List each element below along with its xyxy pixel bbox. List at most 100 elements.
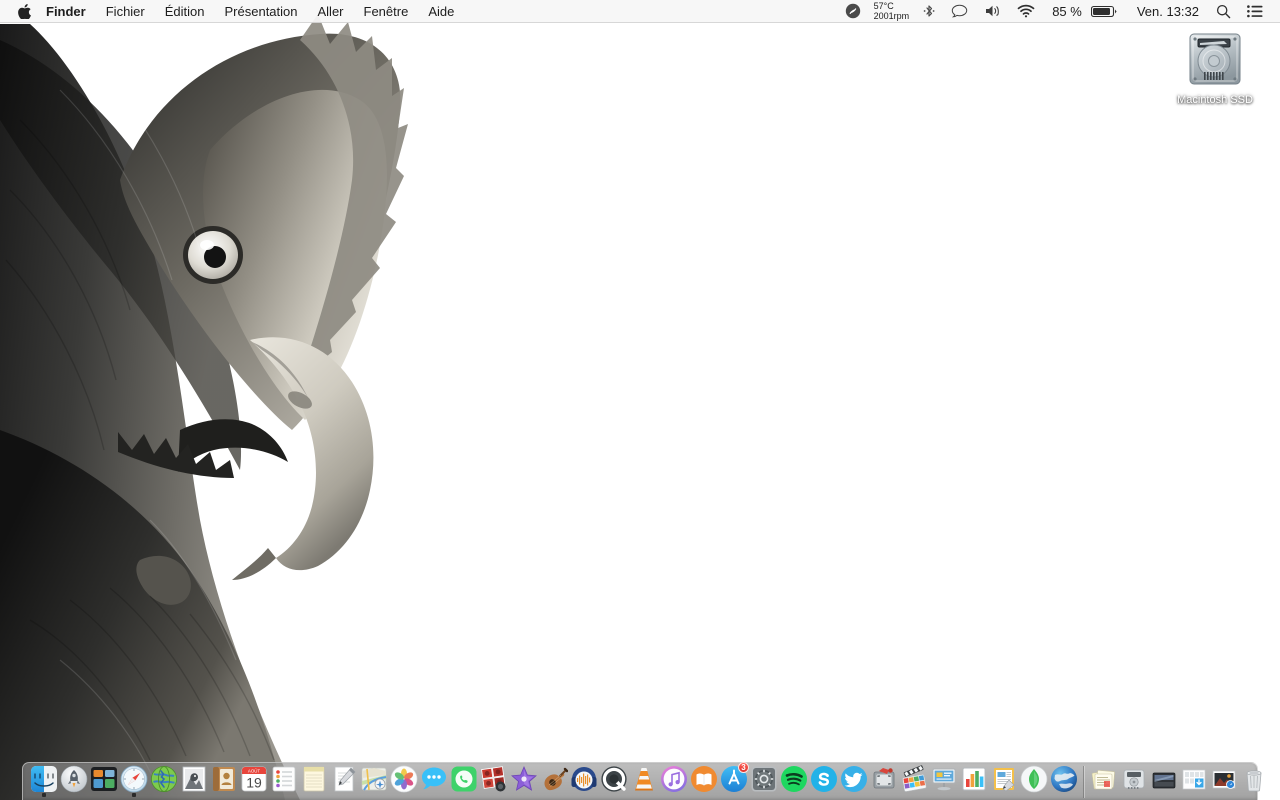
dock-item-images-stack[interactable] bbox=[1209, 762, 1239, 800]
system-preferences-icon bbox=[751, 766, 777, 792]
maps-icon bbox=[361, 767, 387, 791]
dock-item-maps[interactable] bbox=[359, 762, 389, 800]
speech-bubble-icon[interactable] bbox=[943, 0, 976, 23]
spotify-icon bbox=[781, 766, 807, 792]
apple-logo-icon[interactable] bbox=[0, 3, 44, 19]
numbers-icon bbox=[962, 767, 986, 791]
menu-item-fenetre[interactable]: Fenêtre bbox=[354, 0, 419, 23]
fan-speed: 2001rpm bbox=[873, 11, 910, 21]
dock-item-messages[interactable] bbox=[419, 762, 449, 800]
dock-item-facetime[interactable] bbox=[449, 762, 479, 800]
hard-drive-icon bbox=[1189, 33, 1241, 85]
dock-item-downloads-stack[interactable] bbox=[1179, 762, 1209, 800]
downloads-stack-icon bbox=[1182, 769, 1206, 790]
dock-item-photos[interactable] bbox=[389, 762, 419, 800]
wallpaper-eagle bbox=[0, 0, 1280, 800]
bluetooth-icon[interactable] bbox=[915, 0, 943, 23]
menu-item-presentation[interactable]: Présentation bbox=[215, 0, 308, 23]
dock-item-ibooks[interactable] bbox=[689, 762, 719, 800]
safari-icon bbox=[120, 765, 148, 793]
search-icon[interactable] bbox=[1208, 0, 1239, 23]
dock-item-chrome-globe[interactable] bbox=[149, 762, 179, 800]
dock-item-twitter[interactable] bbox=[839, 762, 869, 800]
dock-item-audacity[interactable] bbox=[569, 762, 599, 800]
dock-item-preview[interactable] bbox=[179, 762, 209, 800]
photos-icon bbox=[390, 765, 418, 793]
finder-icon bbox=[31, 766, 57, 792]
images-stack-icon bbox=[1212, 770, 1236, 789]
dock-item-textedit[interactable] bbox=[329, 762, 359, 800]
dock-item-photo-booth[interactable] bbox=[479, 762, 509, 800]
menu-bar-status-area: 57°C 2001rpm 85 % Ven. 13:32 bbox=[837, 0, 1280, 22]
google-earth-icon bbox=[1051, 766, 1077, 792]
dock-item-contacts[interactable] bbox=[209, 762, 239, 800]
dock-item-screenshot-tool[interactable] bbox=[869, 762, 899, 800]
battery-percent-label[interactable]: 85 % bbox=[1043, 0, 1091, 23]
menu-item-edition[interactable]: Édition bbox=[155, 0, 215, 23]
dock-item-notes[interactable] bbox=[299, 762, 329, 800]
dock-app-items: AOÛT 19 3 bbox=[29, 762, 1269, 800]
disk-image-stack-icon bbox=[1123, 769, 1145, 789]
app-store-badge: 3 bbox=[738, 762, 749, 773]
battery-icon[interactable] bbox=[1090, 0, 1128, 23]
dock-item-safari[interactable] bbox=[119, 762, 149, 800]
garageband-icon bbox=[544, 767, 568, 791]
skype-icon bbox=[811, 766, 837, 792]
dock-item-keynote[interactable] bbox=[929, 762, 959, 800]
dock-item-pages[interactable] bbox=[989, 762, 1019, 800]
dock-item-calendar[interactable]: AOÛT 19 bbox=[239, 762, 269, 800]
desktop[interactable]: Macintosh SSD Finder Fichier Édition Pré… bbox=[0, 0, 1280, 800]
dock-item-mission-control[interactable] bbox=[89, 762, 119, 800]
menu-item-aller[interactable]: Aller bbox=[308, 0, 354, 23]
dock-item-dark-folder-stack[interactable] bbox=[1149, 762, 1179, 800]
dock-item-vlc[interactable] bbox=[629, 762, 659, 800]
dock-item-system-preferences[interactable] bbox=[749, 762, 779, 800]
dock-item-trash[interactable] bbox=[1239, 762, 1269, 800]
dock-item-garageband[interactable] bbox=[539, 762, 569, 800]
calendar-month: AOÛT bbox=[248, 769, 261, 774]
dock-item-finder[interactable] bbox=[29, 762, 59, 800]
menu-item-aide[interactable]: Aide bbox=[418, 0, 464, 23]
launchpad-icon bbox=[60, 765, 88, 793]
trash-icon bbox=[1246, 770, 1262, 792]
photo-booth-icon bbox=[481, 766, 506, 792]
shazam-icon[interactable] bbox=[837, 0, 869, 23]
ibooks-icon bbox=[691, 766, 717, 792]
dock-item-launchpad[interactable] bbox=[59, 762, 89, 800]
dock-item-sims[interactable] bbox=[1019, 762, 1049, 800]
dock-item-spotify[interactable] bbox=[779, 762, 809, 800]
textedit-icon bbox=[334, 766, 356, 792]
wifi-icon[interactable] bbox=[1009, 0, 1043, 23]
temperature-fan-readout[interactable]: 57°C 2001rpm bbox=[869, 0, 916, 23]
preview-icon bbox=[182, 766, 206, 792]
menu-item-finder[interactable]: Finder bbox=[44, 0, 96, 23]
menu-item-fichier[interactable]: Fichier bbox=[96, 0, 155, 23]
vlc-icon bbox=[635, 768, 653, 791]
dock-item-imovie[interactable] bbox=[509, 762, 539, 800]
dock-item-skype[interactable] bbox=[809, 762, 839, 800]
dock-item-quicktime[interactable] bbox=[599, 762, 629, 800]
dock-item-numbers[interactable] bbox=[959, 762, 989, 800]
menu-bar[interactable]: Finder Fichier Édition Présentation Alle… bbox=[0, 0, 1280, 23]
audacity-icon bbox=[571, 767, 597, 791]
dock-item-final-cut-pro[interactable] bbox=[899, 762, 929, 800]
dock-item-documents-stack[interactable] bbox=[1089, 762, 1119, 800]
dock-item-itunes[interactable] bbox=[659, 762, 689, 800]
mission-control-icon bbox=[91, 767, 117, 791]
dock-item-app-store[interactable]: 3 bbox=[719, 762, 749, 800]
facetime-icon bbox=[451, 766, 477, 792]
dock-item-google-earth[interactable] bbox=[1049, 762, 1079, 800]
dock-item-reminders[interactable] bbox=[269, 762, 299, 800]
quicktime-icon bbox=[601, 766, 627, 792]
datetime-label[interactable]: Ven. 13:32 bbox=[1128, 0, 1208, 23]
volume-icon[interactable] bbox=[976, 0, 1009, 23]
keynote-icon bbox=[932, 768, 956, 791]
dock-item-disk-image-stack[interactable] bbox=[1119, 762, 1149, 800]
desktop-icon-macintosh-ssd[interactable]: Macintosh SSD bbox=[1168, 28, 1262, 107]
desktop-icon-label: Macintosh SSD bbox=[1177, 94, 1253, 106]
notification-center-icon[interactable] bbox=[1239, 0, 1271, 23]
cpu-temperature: 57°C bbox=[873, 1, 894, 11]
dock[interactable]: AOÛT 19 3 bbox=[22, 762, 1262, 800]
dock-separator bbox=[1083, 765, 1085, 798]
menu-bar-left: Finder Fichier Édition Présentation Alle… bbox=[0, 0, 464, 22]
